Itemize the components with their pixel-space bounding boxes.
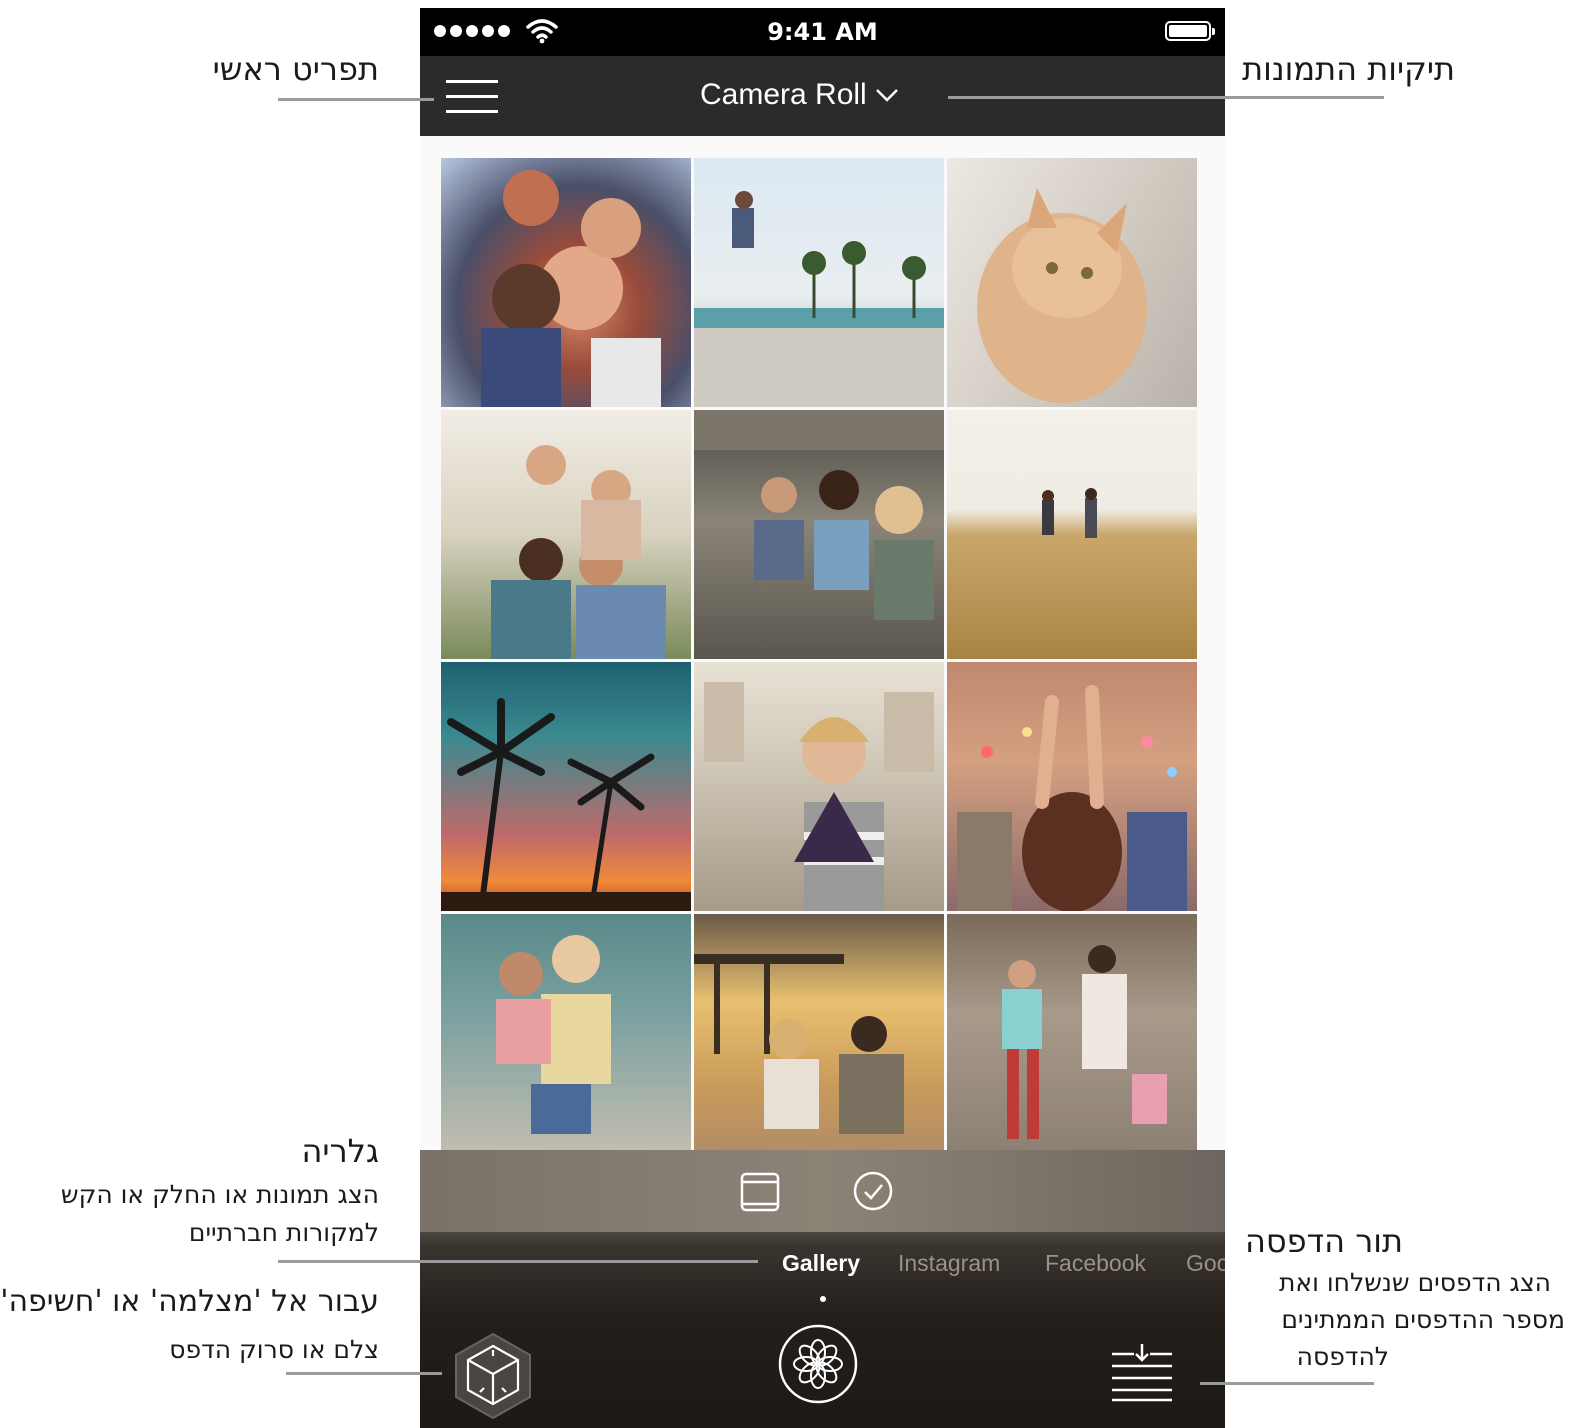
tab-google[interactable]: Goo: [1186, 1250, 1225, 1277]
photo-thumbnail[interactable]: [441, 914, 691, 1163]
selection-toolbar: [420, 1150, 1225, 1232]
source-tabs: Gallery Instagram Facebook Goo: [420, 1250, 1225, 1290]
annotation-camera-desc: צלם או סרוק הדפס: [169, 1335, 379, 1364]
status-bar: 9:41 AM: [420, 8, 1225, 56]
active-tab-indicator: [820, 1296, 826, 1302]
annotation-main-menu: תפריט ראשי: [212, 50, 379, 88]
print-layout-icon[interactable]: [740, 1172, 780, 1212]
callout-line-queue: [1200, 1382, 1374, 1385]
annotation-queue-desc-3: להדפסה: [1296, 1342, 1389, 1371]
folder-title: Camera Roll: [700, 78, 867, 111]
print-queue-icon[interactable]: [1110, 1342, 1174, 1402]
photo-thumbnail[interactable]: [947, 158, 1197, 407]
chevron-down-icon: [875, 89, 898, 102]
battery-icon: [1165, 21, 1215, 41]
tab-gallery[interactable]: Gallery: [782, 1250, 860, 1277]
callout-line-gallery: [278, 1260, 758, 1263]
photo-thumbnail[interactable]: [947, 662, 1197, 911]
annotation-gallery-desc-1: הצג תמונות או החלק או הקש: [60, 1180, 379, 1209]
photo-thumbnail[interactable]: [441, 662, 691, 911]
photo-thumbnail[interactable]: [441, 410, 691, 659]
phone-screen: 9:41 AM Camera Roll Gallery Instagram Fa…: [420, 8, 1225, 1428]
tab-facebook[interactable]: Facebook: [1045, 1250, 1146, 1277]
annotation-camera-title: עבור אל 'מצלמה' או 'חשיפה': [0, 1284, 379, 1319]
sprocket-flower-icon[interactable]: [776, 1322, 860, 1406]
photo-thumbnail[interactable]: [947, 914, 1197, 1163]
photo-thumbnail[interactable]: [441, 158, 691, 407]
annotation-gallery-desc-2: למקורות חברתיים: [188, 1218, 379, 1247]
photo-thumbnail[interactable]: [694, 914, 944, 1163]
callout-line-camera: [286, 1372, 442, 1375]
callout-line-main-menu: [278, 98, 434, 101]
annotation-queue-desc-1: הצג הדפסים שנשלחו ואת: [1278, 1268, 1551, 1297]
photo-folder-selector[interactable]: Camera Roll: [700, 78, 899, 112]
status-time: 9:41 AM: [767, 18, 878, 46]
annotation-queue-title: תור הדפסה: [1244, 1222, 1403, 1260]
callout-line-photo-folders: [948, 96, 1384, 99]
annotation-photo-folders: תיקיות התמונות: [1242, 50, 1455, 88]
photo-thumbnail[interactable]: [694, 662, 944, 911]
tab-instagram[interactable]: Instagram: [898, 1250, 1000, 1277]
photo-thumbnail[interactable]: [694, 410, 944, 659]
photo-thumbnail[interactable]: [947, 410, 1197, 659]
annotation-gallery-title: גלריה: [301, 1132, 380, 1170]
camera-reveal-icon[interactable]: [450, 1330, 536, 1422]
annotation-queue-desc-2: מספר ההדפסים הממתינים: [1281, 1305, 1565, 1334]
bottom-controls: Gallery Instagram Facebook Goo: [420, 1150, 1225, 1428]
main-menu-button[interactable]: [446, 80, 498, 114]
photo-thumbnail[interactable]: [694, 158, 944, 407]
select-check-icon[interactable]: [852, 1170, 894, 1212]
